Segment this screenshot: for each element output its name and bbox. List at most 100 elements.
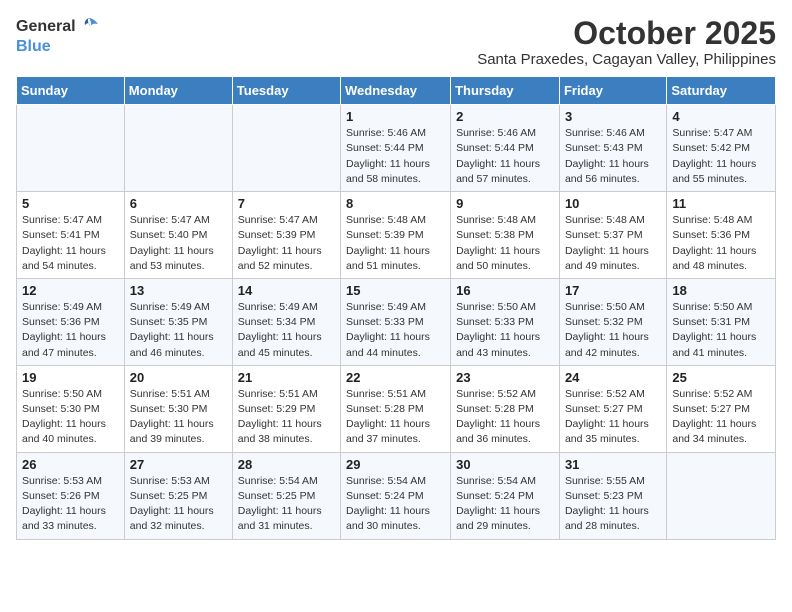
calendar-week-row: 5Sunrise: 5:47 AMSunset: 5:41 PMDaylight… <box>17 192 776 279</box>
day-number: 20 <box>130 370 227 385</box>
calendar-cell: 30 Sunrise: 5:54 AMSunset: 5:24 PMDayligh… <box>451 452 560 539</box>
day-number: 26 <box>22 457 119 472</box>
calendar-cell <box>232 105 340 192</box>
day-number: 30 <box>456 457 554 472</box>
calendar-cell: 27Sunrise: 5:53 AMSunset: 5:25 PMDayligh… <box>124 452 232 539</box>
day-detail: Sunrise: 5:48 AMSunset: 5:37 PMDaylight:… <box>565 213 661 274</box>
calendar-cell: 17 Sunrise: 5:50 AMSunset: 5:32 PMDayligh… <box>559 278 666 365</box>
day-detail: Sunrise: 5:48 AMSunset: 5:39 PMDaylight:… <box>346 213 445 274</box>
day-detail: Sunrise: 5:46 AMSunset: 5:43 PMDaylight:… <box>565 126 661 187</box>
calendar-table: SundayMondayTuesdayWednesdayThursdayFrid… <box>16 76 776 539</box>
day-number: 1 <box>346 109 445 124</box>
calendar-cell: 4 Sunrise: 5:47 AMSunset: 5:42 PMDaylight… <box>667 105 776 192</box>
day-detail: Sunrise: 5:50 AMSunset: 5:30 PMDaylight:… <box>22 387 119 448</box>
day-detail: Sunrise: 5:52 AMSunset: 5:28 PMDaylight:… <box>456 387 554 448</box>
day-number: 3 <box>565 109 661 124</box>
calendar-cell <box>667 452 776 539</box>
day-number: 17 <box>565 283 661 298</box>
calendar-cell: 10 Sunrise: 5:48 AMSunset: 5:37 PMDayligh… <box>559 192 666 279</box>
day-detail: Sunrise: 5:46 AMSunset: 5:44 PMDaylight:… <box>456 126 554 187</box>
calendar-cell: 21 Sunrise: 5:51 AMSunset: 5:29 PMDayligh… <box>232 365 340 452</box>
day-detail: Sunrise: 5:48 AMSunset: 5:38 PMDaylight:… <box>456 213 554 274</box>
day-number: 13 <box>130 283 227 298</box>
day-number: 10 <box>565 196 661 211</box>
logo-text: General Blue <box>16 16 100 56</box>
day-detail: Sunrise: 5:49 AMSunset: 5:33 PMDaylight:… <box>346 300 445 361</box>
day-detail: Sunrise: 5:55 AMSunset: 5:23 PMDaylight:… <box>565 474 661 535</box>
day-number: 18 <box>672 283 770 298</box>
calendar-cell: 16Sunrise: 5:50 AMSunset: 5:33 PMDayligh… <box>451 278 560 365</box>
calendar-cell: 7 Sunrise: 5:47 AMSunset: 5:39 PMDaylight… <box>232 192 340 279</box>
calendar-cell: 31 Sunrise: 5:55 AMSunset: 5:23 PMDayligh… <box>559 452 666 539</box>
day-detail: Sunrise: 5:51 AMSunset: 5:30 PMDaylight:… <box>130 387 227 448</box>
logo: General Blue <box>16 16 100 56</box>
calendar-cell: 12Sunrise: 5:49 AMSunset: 5:36 PMDayligh… <box>17 278 125 365</box>
calendar-cell: 25 Sunrise: 5:52 AMSunset: 5:27 PMDayligh… <box>667 365 776 452</box>
day-number: 4 <box>672 109 770 124</box>
day-detail: Sunrise: 5:50 AMSunset: 5:33 PMDaylight:… <box>456 300 554 361</box>
weekday-header: Friday <box>559 77 666 105</box>
calendar-cell: 19 Sunrise: 5:50 AMSunset: 5:30 PMDayligh… <box>17 365 125 452</box>
subtitle: Santa Praxedes, Cagayan Valley, Philippi… <box>477 51 776 68</box>
day-number: 6 <box>130 196 227 211</box>
calendar-cell: 3 Sunrise: 5:46 AMSunset: 5:43 PMDaylight… <box>559 105 666 192</box>
calendar-cell: 8 Sunrise: 5:48 AMSunset: 5:39 PMDaylight… <box>341 192 451 279</box>
page-header: General Blue October 2025 Santa Praxedes… <box>16 16 776 68</box>
logo-bird-icon <box>78 16 100 38</box>
day-detail: Sunrise: 5:49 AMSunset: 5:34 PMDaylight:… <box>238 300 335 361</box>
calendar-cell: 9 Sunrise: 5:48 AMSunset: 5:38 PMDaylight… <box>451 192 560 279</box>
day-detail: Sunrise: 5:47 AMSunset: 5:39 PMDaylight:… <box>238 213 335 274</box>
day-number: 25 <box>672 370 770 385</box>
calendar-week-row: 1 Sunrise: 5:46 AMSunset: 5:44 PMDaylight… <box>17 105 776 192</box>
day-number: 28 <box>238 457 335 472</box>
calendar-cell: 26 Sunrise: 5:53 AMSunset: 5:26 PMDayligh… <box>17 452 125 539</box>
day-detail: Sunrise: 5:52 AMSunset: 5:27 PMDaylight:… <box>672 387 770 448</box>
day-number: 19 <box>22 370 119 385</box>
day-detail: Sunrise: 5:53 AMSunset: 5:26 PMDaylight:… <box>22 474 119 535</box>
calendar-cell: 15 Sunrise: 5:49 AMSunset: 5:33 PMDayligh… <box>341 278 451 365</box>
calendar-body: 1 Sunrise: 5:46 AMSunset: 5:44 PMDaylight… <box>17 105 776 539</box>
day-detail: Sunrise: 5:50 AMSunset: 5:32 PMDaylight:… <box>565 300 661 361</box>
calendar-cell: 13Sunrise: 5:49 AMSunset: 5:35 PMDayligh… <box>124 278 232 365</box>
day-detail: Sunrise: 5:54 AMSunset: 5:24 PMDaylight:… <box>456 474 554 535</box>
day-number: 14 <box>238 283 335 298</box>
day-detail: Sunrise: 5:46 AMSunset: 5:44 PMDaylight:… <box>346 126 445 187</box>
calendar-cell: 6Sunrise: 5:47 AMSunset: 5:40 PMDaylight… <box>124 192 232 279</box>
day-number: 5 <box>22 196 119 211</box>
day-detail: Sunrise: 5:51 AMSunset: 5:28 PMDaylight:… <box>346 387 445 448</box>
logo-general: General <box>16 18 76 36</box>
day-number: 29 <box>346 457 445 472</box>
calendar-week-row: 12Sunrise: 5:49 AMSunset: 5:36 PMDayligh… <box>17 278 776 365</box>
calendar-cell: 2Sunrise: 5:46 AMSunset: 5:44 PMDaylight… <box>451 105 560 192</box>
day-detail: Sunrise: 5:54 AMSunset: 5:25 PMDaylight:… <box>238 474 335 535</box>
day-number: 22 <box>346 370 445 385</box>
day-number: 21 <box>238 370 335 385</box>
day-detail: Sunrise: 5:52 AMSunset: 5:27 PMDaylight:… <box>565 387 661 448</box>
calendar-week-row: 26 Sunrise: 5:53 AMSunset: 5:26 PMDayligh… <box>17 452 776 539</box>
calendar-cell: 5Sunrise: 5:47 AMSunset: 5:41 PMDaylight… <box>17 192 125 279</box>
title-block: October 2025 Santa Praxedes, Cagayan Val… <box>477 16 776 68</box>
day-number: 31 <box>565 457 661 472</box>
weekday-header: Thursday <box>451 77 560 105</box>
weekday-header: Saturday <box>667 77 776 105</box>
day-detail: Sunrise: 5:54 AMSunset: 5:24 PMDaylight:… <box>346 474 445 535</box>
logo-blue: Blue <box>16 38 51 56</box>
day-number: 8 <box>346 196 445 211</box>
day-number: 12 <box>22 283 119 298</box>
calendar-cell: 18 Sunrise: 5:50 AMSunset: 5:31 PMDayligh… <box>667 278 776 365</box>
weekday-header: Monday <box>124 77 232 105</box>
calendar-cell: 11Sunrise: 5:48 AMSunset: 5:36 PMDayligh… <box>667 192 776 279</box>
day-detail: Sunrise: 5:51 AMSunset: 5:29 PMDaylight:… <box>238 387 335 448</box>
day-detail: Sunrise: 5:50 AMSunset: 5:31 PMDaylight:… <box>672 300 770 361</box>
calendar-cell: 1 Sunrise: 5:46 AMSunset: 5:44 PMDaylight… <box>341 105 451 192</box>
day-number: 9 <box>456 196 554 211</box>
calendar-week-row: 19 Sunrise: 5:50 AMSunset: 5:30 PMDayligh… <box>17 365 776 452</box>
calendar-cell: 28 Sunrise: 5:54 AMSunset: 5:25 PMDayligh… <box>232 452 340 539</box>
day-number: 15 <box>346 283 445 298</box>
calendar-cell: 24Sunrise: 5:52 AMSunset: 5:27 PMDayligh… <box>559 365 666 452</box>
day-number: 7 <box>238 196 335 211</box>
calendar-cell: 22 Sunrise: 5:51 AMSunset: 5:28 PMDayligh… <box>341 365 451 452</box>
day-detail: Sunrise: 5:48 AMSunset: 5:36 PMDaylight:… <box>672 213 770 274</box>
calendar-cell <box>124 105 232 192</box>
day-detail: Sunrise: 5:47 AMSunset: 5:42 PMDaylight:… <box>672 126 770 187</box>
